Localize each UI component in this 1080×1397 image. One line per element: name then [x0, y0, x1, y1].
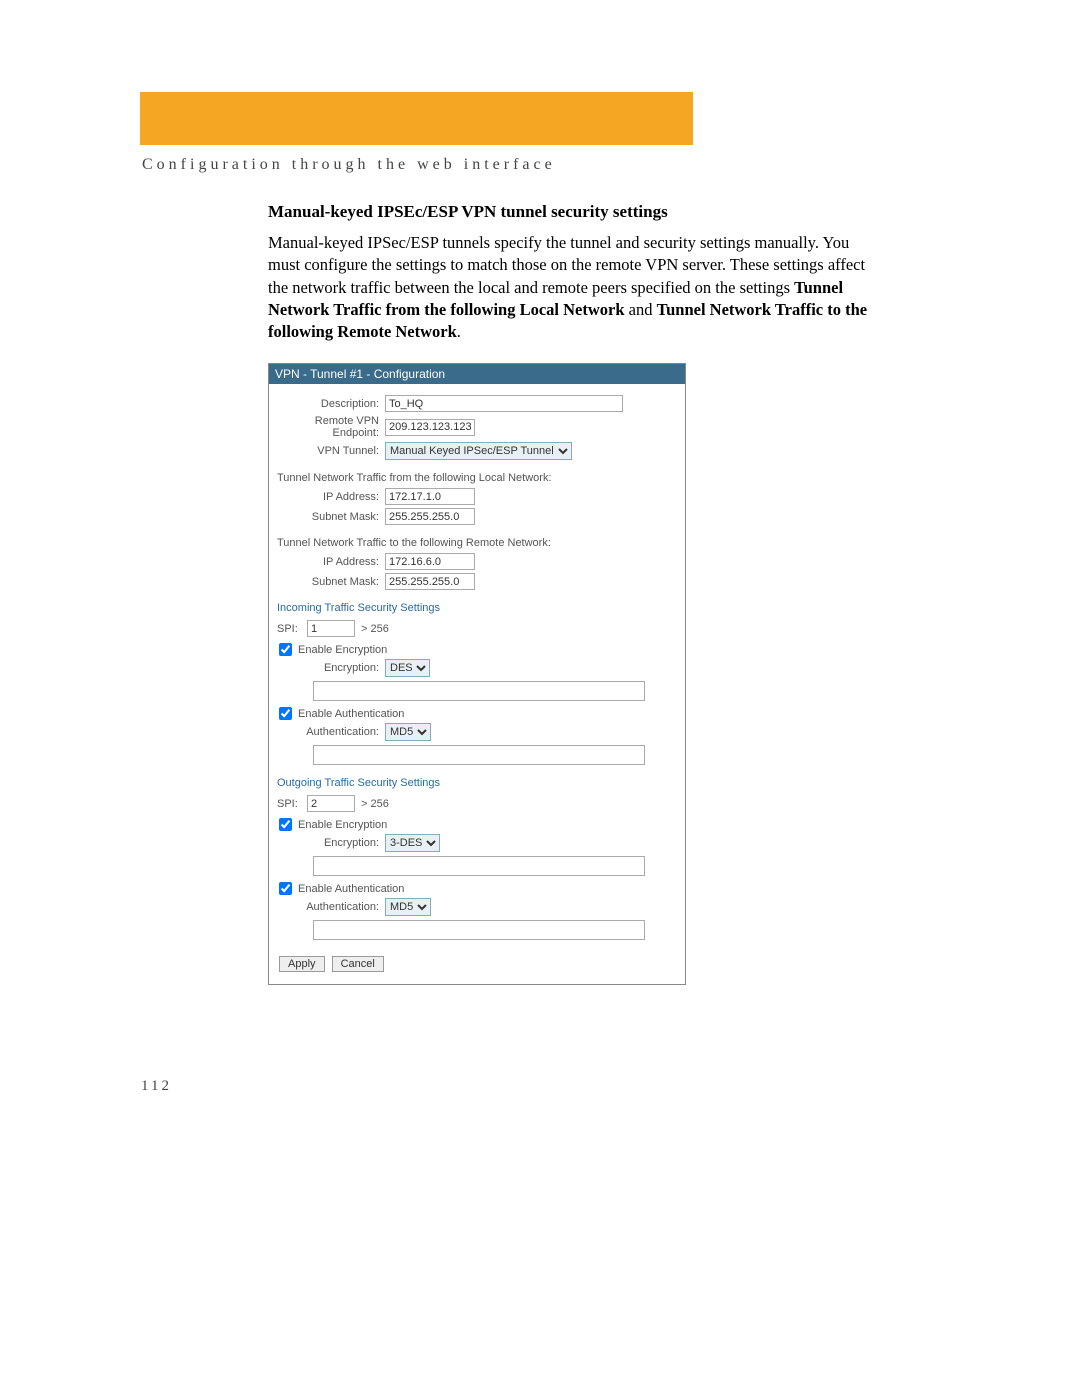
outgoing-spi-note: > 256	[361, 798, 389, 810]
endpoint-label: Remote VPN Endpoint:	[275, 415, 385, 439]
outgoing-spi-input[interactable]	[307, 795, 355, 812]
content-area: Manual-keyed IPSEc/ESP VPN tunnel securi…	[268, 202, 876, 347]
description-label: Description:	[275, 398, 385, 410]
page-number: 112	[141, 1078, 172, 1095]
incoming-spi-note: > 256	[361, 623, 389, 635]
incoming-spi-input[interactable]	[307, 620, 355, 637]
local-ip-label: IP Address:	[275, 491, 385, 503]
description-input[interactable]	[385, 395, 623, 412]
paragraph-text: Manual-keyed IPSec/ESP tunnels specify t…	[268, 233, 865, 297]
remote-mask-input[interactable]	[385, 573, 475, 590]
description-row: Description:	[275, 395, 679, 412]
outgoing-enable-encryption-label: Enable Encryption	[298, 819, 387, 831]
panel-body: Description: Remote VPN Endpoint: VPN Tu…	[269, 384, 685, 984]
incoming-enable-encryption-label: Enable Encryption	[298, 644, 387, 656]
local-network-heading: Tunnel Network Traffic from the followin…	[277, 472, 679, 484]
incoming-auth-key-textarea[interactable]	[313, 745, 645, 765]
local-mask-input[interactable]	[385, 508, 475, 525]
incoming-encryption-key-textarea[interactable]	[313, 681, 645, 701]
incoming-enable-auth-checkbox[interactable]	[279, 707, 292, 720]
endpoint-row: Remote VPN Endpoint:	[275, 415, 679, 439]
button-row: Apply Cancel	[275, 950, 679, 974]
outgoing-auth-select[interactable]: MD5	[385, 898, 431, 916]
vpn-config-panel: VPN - Tunnel #1 - Configuration Descript…	[268, 363, 686, 985]
incoming-enc-label: Encryption:	[275, 662, 385, 674]
outgoing-auth-checkbox-row: Enable Authentication	[279, 882, 679, 895]
incoming-auth-row: Authentication: MD5	[275, 723, 679, 741]
remote-mask-label: Subnet Mask:	[275, 576, 385, 588]
remote-ip-input[interactable]	[385, 553, 475, 570]
outgoing-spi-row: SPI: > 256	[275, 795, 679, 812]
incoming-spi-row: SPI: > 256	[275, 620, 679, 637]
incoming-auth-label: Authentication:	[275, 726, 385, 738]
period-text: .	[457, 322, 461, 341]
incoming-enc-checkbox-row: Enable Encryption	[279, 643, 679, 656]
outgoing-enc-row: Encryption: 3-DES	[275, 834, 679, 852]
page-header: Configuration through the web interface	[142, 156, 556, 174]
panel-titlebar: VPN - Tunnel #1 - Configuration	[269, 364, 685, 384]
endpoint-input[interactable]	[385, 419, 475, 436]
incoming-encryption-select[interactable]: DES	[385, 659, 430, 677]
banner-graphic	[140, 92, 693, 145]
incoming-enc-row: Encryption: DES	[275, 659, 679, 677]
incoming-auth-select[interactable]: MD5	[385, 723, 431, 741]
outgoing-auth-key-textarea[interactable]	[313, 920, 645, 940]
outgoing-enc-label: Encryption:	[275, 837, 385, 849]
remote-network-heading: Tunnel Network Traffic to the following …	[277, 537, 679, 549]
outgoing-spi-label: SPI:	[275, 798, 307, 810]
incoming-heading: Incoming Traffic Security Settings	[277, 602, 679, 614]
local-ip-input[interactable]	[385, 488, 475, 505]
outgoing-encryption-select[interactable]: 3-DES	[385, 834, 440, 852]
outgoing-enable-auth-label: Enable Authentication	[298, 883, 404, 895]
body-paragraph: Manual-keyed IPSec/ESP tunnels specify t…	[268, 232, 876, 343]
outgoing-auth-row: Authentication: MD5	[275, 898, 679, 916]
vpntunnel-row: VPN Tunnel: Manual Keyed IPSec/ESP Tunne…	[275, 442, 679, 460]
outgoing-enable-auth-checkbox[interactable]	[279, 882, 292, 895]
incoming-spi-label: SPI:	[275, 623, 307, 635]
and-text: and	[625, 300, 657, 319]
local-mask-row: Subnet Mask:	[275, 508, 679, 525]
outgoing-auth-label: Authentication:	[275, 901, 385, 913]
vpntunnel-label: VPN Tunnel:	[275, 445, 385, 457]
local-mask-label: Subnet Mask:	[275, 511, 385, 523]
outgoing-encryption-key-textarea[interactable]	[313, 856, 645, 876]
section-title: Manual-keyed IPSEc/ESP VPN tunnel securi…	[268, 202, 876, 222]
remote-mask-row: Subnet Mask:	[275, 573, 679, 590]
incoming-auth-checkbox-row: Enable Authentication	[279, 707, 679, 720]
apply-button[interactable]: Apply	[279, 956, 325, 972]
cancel-button[interactable]: Cancel	[332, 956, 384, 972]
incoming-enable-encryption-checkbox[interactable]	[279, 643, 292, 656]
incoming-enable-auth-label: Enable Authentication	[298, 708, 404, 720]
outgoing-heading: Outgoing Traffic Security Settings	[277, 777, 679, 789]
local-ip-row: IP Address:	[275, 488, 679, 505]
remote-ip-row: IP Address:	[275, 553, 679, 570]
vpntunnel-select[interactable]: Manual Keyed IPSec/ESP Tunnel	[385, 442, 572, 460]
remote-ip-label: IP Address:	[275, 556, 385, 568]
outgoing-enc-checkbox-row: Enable Encryption	[279, 818, 679, 831]
outgoing-enable-encryption-checkbox[interactable]	[279, 818, 292, 831]
